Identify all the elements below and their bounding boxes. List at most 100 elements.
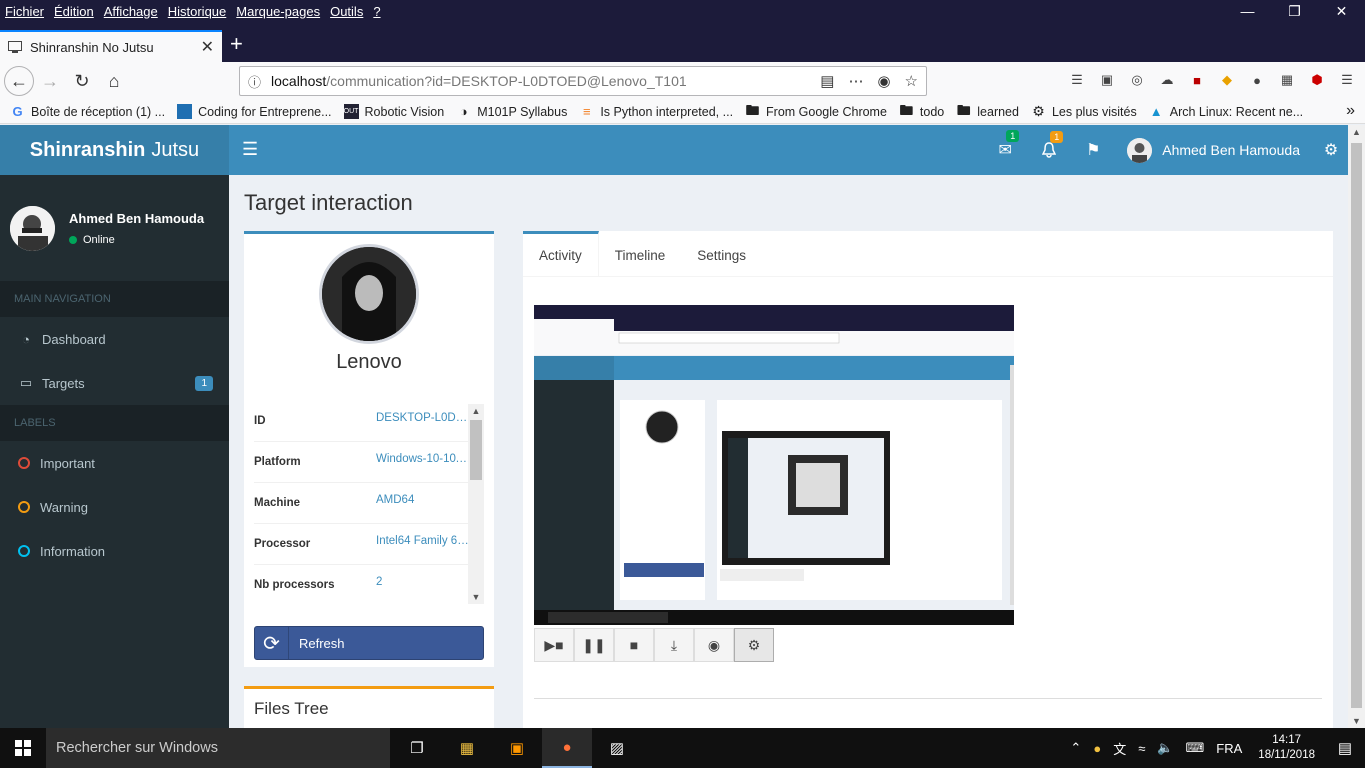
tray-app-icon[interactable]: ●	[1087, 741, 1107, 756]
bookmark-item[interactable]: G Boîte de réception (1) ...	[10, 104, 165, 119]
bookmark-item[interactable]: OUT Robotic Vision	[343, 104, 444, 119]
file-explorer-icon[interactable]: ▦	[442, 728, 492, 768]
bookmark-item[interactable]: ≡ Is Python interpreted, ...	[579, 104, 733, 119]
task-view-icon[interactable]: ❐	[392, 728, 442, 768]
taskbar-search[interactable]: Rechercher sur Windows	[46, 728, 390, 768]
ime-icon[interactable]: 文	[1107, 739, 1132, 758]
target-info-list[interactable]: IDDESKTOP-L0DTOED PlatformWindows-10-10.…	[254, 401, 482, 601]
bookmark-star-icon[interactable]: ☆	[905, 72, 918, 90]
sidebar-label-important[interactable]: Important	[0, 441, 229, 485]
app-logo[interactable]: Shinranshin Jutsu	[0, 125, 229, 175]
minimize-icon[interactable]: —	[1224, 0, 1271, 22]
sidebar-label-information[interactable]: Information	[0, 529, 229, 573]
language-indicator[interactable]: FRA	[1210, 741, 1248, 756]
home-icon[interactable]: ⌂	[98, 65, 130, 97]
new-tab-icon[interactable]: +	[230, 32, 243, 56]
bookmark-item[interactable]: 🖿 learned	[956, 102, 1019, 119]
extension-target-icon[interactable]: ◎	[1127, 70, 1147, 90]
nav-header: MAIN NAVIGATION	[0, 281, 229, 317]
record-video-button[interactable]: ▶■	[534, 628, 574, 662]
page-actions-icon[interactable]: ⋯	[848, 72, 863, 90]
menu-fichier[interactable]: Fichier	[0, 4, 49, 19]
notification-center-icon[interactable]: ▤	[1325, 739, 1365, 757]
list-item: IDDESKTOP-L0DTOED	[254, 401, 482, 442]
extension-dots-icon[interactable]: ●	[1247, 70, 1267, 90]
menu-marque-pages[interactable]: Marque-pages	[231, 4, 325, 19]
notifications-button[interactable]: 1	[1027, 131, 1071, 159]
menu-affichage[interactable]: Affichage	[99, 4, 163, 19]
circle-icon	[18, 545, 30, 557]
menu-help[interactable]: ?	[368, 4, 385, 19]
bookmark-item[interactable]: Coding for Entreprene...	[177, 104, 332, 119]
tasks-button[interactable]: ⚑	[1071, 140, 1115, 160]
refresh-button[interactable]: ⟳ Refresh	[254, 626, 484, 660]
messages-badge: 1	[1006, 130, 1020, 142]
adblock-icon[interactable]: ⬢	[1307, 70, 1327, 90]
wifi-icon[interactable]: ≈	[1132, 741, 1151, 756]
screenshot-button[interactable]: ◉	[694, 628, 734, 662]
dashboard-icon: ◔	[22, 331, 30, 347]
user-panel: Ahmed Ben Hamouda Online	[0, 175, 229, 281]
extension-grey-icon[interactable]: ▦	[1277, 70, 1297, 90]
tab-settings[interactable]: Settings	[681, 231, 762, 276]
cloud-icon[interactable]: ☁	[1157, 70, 1177, 90]
page-scroll-thumb[interactable]	[1351, 143, 1362, 708]
clock[interactable]: 14:17 18/11/2018	[1248, 733, 1325, 763]
scroll-up-icon[interactable]: ▲	[1348, 127, 1365, 137]
download-button[interactable]: ⤓	[654, 628, 694, 662]
bookmark-item[interactable]: ◑ M101P Syllabus	[456, 104, 568, 119]
page-scrollbar[interactable]: ▲ ▼	[1348, 125, 1365, 728]
bookmark-item[interactable]: 🖿 todo	[899, 102, 944, 119]
profile-name: Lenovo	[336, 351, 402, 373]
reload-icon[interactable]: ↻	[66, 65, 98, 97]
info-scrollbar[interactable]: ▲ ▼	[468, 404, 484, 604]
settings-button[interactable]: ⚙	[734, 628, 774, 662]
sidebar-icon[interactable]: ▣	[1097, 70, 1117, 90]
remote-screen-stream[interactable]	[534, 305, 1014, 625]
library-icon[interactable]: ☰	[1067, 70, 1087, 90]
chevron-up-icon[interactable]: ⌃	[1064, 740, 1087, 756]
close-window-icon[interactable]: ✕	[1318, 0, 1365, 22]
tab-timeline[interactable]: Timeline	[599, 231, 682, 276]
scroll-up-icon[interactable]: ▲	[468, 406, 484, 416]
scroll-down-icon[interactable]: ▼	[1348, 716, 1365, 726]
reader-view-icon[interactable]: ▤	[820, 72, 834, 90]
start-button[interactable]	[0, 728, 46, 768]
menu-edition[interactable]: Édition	[49, 4, 99, 19]
back-icon[interactable]: ←	[4, 66, 34, 96]
close-tab-icon[interactable]: ✕	[201, 37, 214, 57]
sidebar-toggle-icon[interactable]: ☰	[242, 139, 258, 160]
url-bar[interactable]: ⓘ localhost/communication?id=DESKTOP-L0D…	[239, 66, 927, 96]
ublock-icon[interactable]: ■	[1187, 70, 1207, 90]
terminal-icon[interactable]: ▨	[592, 728, 642, 768]
menu-historique[interactable]: Historique	[163, 4, 232, 19]
extension-shield-icon[interactable]: ◆	[1217, 70, 1237, 90]
firefox-icon[interactable]: ●	[542, 728, 592, 768]
menu-outils[interactable]: Outils	[325, 4, 368, 19]
user-menu[interactable]: Ahmed Ben Hamouda	[1115, 137, 1314, 163]
control-sidebar-button[interactable]: ⚙	[1314, 140, 1348, 160]
stop-button[interactable]: ■	[614, 628, 654, 662]
stream-controls: ▶■ ❚❚ ■ ⤓ ◉ ⚙	[534, 628, 774, 662]
pocket-icon[interactable]: ◉	[877, 72, 890, 90]
keyboard-icon[interactable]: ⌨	[1180, 740, 1211, 756]
pause-button[interactable]: ❚❚	[574, 628, 614, 662]
sidebar-item-dashboard[interactable]: ◔ Dashboard	[0, 317, 229, 361]
sidebar-label-warning[interactable]: Warning	[0, 485, 229, 529]
menu-icon[interactable]: ☰	[1337, 70, 1357, 90]
bookmark-item[interactable]: 🖿 From Google Chrome	[745, 102, 887, 119]
sublime-icon[interactable]: ▣	[492, 728, 542, 768]
tab-activity[interactable]: Activity	[523, 231, 599, 276]
restore-icon[interactable]: ❐	[1271, 0, 1318, 22]
bookmark-item[interactable]: ▲ Arch Linux: Recent ne...	[1149, 104, 1303, 119]
scroll-thumb[interactable]	[470, 420, 482, 480]
sidebar-item-targets[interactable]: ▭ Targets 1	[0, 361, 229, 405]
info-icon[interactable]: ⓘ	[248, 72, 261, 91]
forward-icon[interactable]: →	[34, 65, 66, 97]
chevron-more-icon[interactable]: »	[1346, 102, 1355, 120]
scroll-down-icon[interactable]: ▼	[468, 592, 484, 602]
bookmark-item[interactable]: ⚙ Les plus visités	[1031, 103, 1137, 119]
volume-icon[interactable]: 🔈	[1151, 740, 1179, 756]
messages-button[interactable]: ✉ 1	[983, 130, 1027, 160]
browser-tab[interactable]: Shinranshin No Jutsu ✕	[0, 30, 222, 62]
